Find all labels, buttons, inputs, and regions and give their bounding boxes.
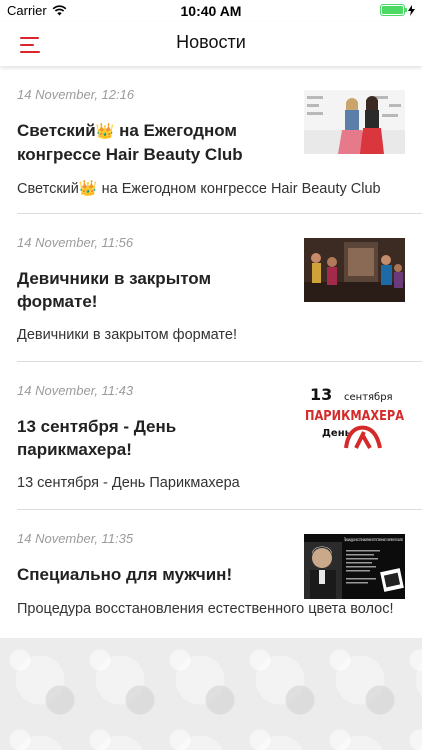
hairdresser-day-poster-icon: 13 сентября ПАРИКМАХЕРА День <box>304 386 405 450</box>
navigation-bar: Новости <box>0 22 422 66</box>
status-bar: Carrier 10:40 AM <box>0 0 422 22</box>
poster-title: ПАРИКМАХЕРА <box>305 408 404 424</box>
news-item[interactable]: 14 November, 11:35 Специально для мужчин… <box>0 510 422 638</box>
battery-area <box>380 4 415 16</box>
battery-fill <box>382 6 403 14</box>
poster-day: День <box>322 428 351 439</box>
poster-month: сентября <box>344 392 393 403</box>
news-item[interactable]: 14 November, 12:16 Светский👑 на Ежегодно… <box>0 66 422 214</box>
news-date: 14 November, 11:56 <box>17 235 134 250</box>
photo-two-women-icon <box>304 90 405 154</box>
news-thumbnail: Процедура восстановления естественного п… <box>304 534 405 599</box>
news-title: Девичники в закрытом формате! <box>17 269 212 311</box>
battery-icon <box>380 4 407 16</box>
news-thumbnail <box>304 238 405 302</box>
news-summary: Девичники в закрытом формате! <box>17 327 237 343</box>
men-hair-flyer-icon: Процедура восстановления естественного п… <box>304 534 405 599</box>
news-item[interactable]: 14 November, 11:43 13 сентября - День па… <box>0 362 422 510</box>
news-thumbnail <box>304 90 405 154</box>
crown-emoji-icon: 👑 <box>95 123 115 140</box>
charging-bolt-icon <box>408 4 415 16</box>
page-title: Новости <box>176 32 246 52</box>
news-date: 14 November, 11:35 <box>17 531 134 546</box>
news-title: Светский👑 на Ежегодном конгрессе Hair Be… <box>17 119 287 166</box>
news-date: 14 November, 12:16 <box>17 87 135 102</box>
photo-women-salon-icon <box>304 238 405 302</box>
crown-emoji-icon: 👑 <box>78 180 98 197</box>
news-item[interactable]: 14 November, 11:56 Девичники в закрытом … <box>0 214 422 362</box>
news-list: 14 November, 12:16 Светский👑 на Ежегодно… <box>0 66 422 638</box>
news-summary: 13 сентября - День Парикмахера <box>17 475 240 491</box>
news-summary: Процедура восстановления естественного ц… <box>17 601 394 617</box>
news-summary: Светский👑 на Ежегодном конгрессе Hair Be… <box>17 180 381 197</box>
news-title: Специально для мужчин! <box>17 565 233 584</box>
poster-number: 13 <box>310 386 332 404</box>
news-date: 14 November, 11:43 <box>17 383 134 398</box>
news-thumbnail: 13 сентября ПАРИКМАХЕРА День <box>304 386 405 450</box>
clock: 10:40 AM <box>180 3 242 19</box>
news-title-text: Светский <box>17 121 96 140</box>
news-title: 13 сентября - День парикмахера! <box>17 417 177 459</box>
flyer-heading: Процедура восстановления естественного п… <box>344 537 403 543</box>
